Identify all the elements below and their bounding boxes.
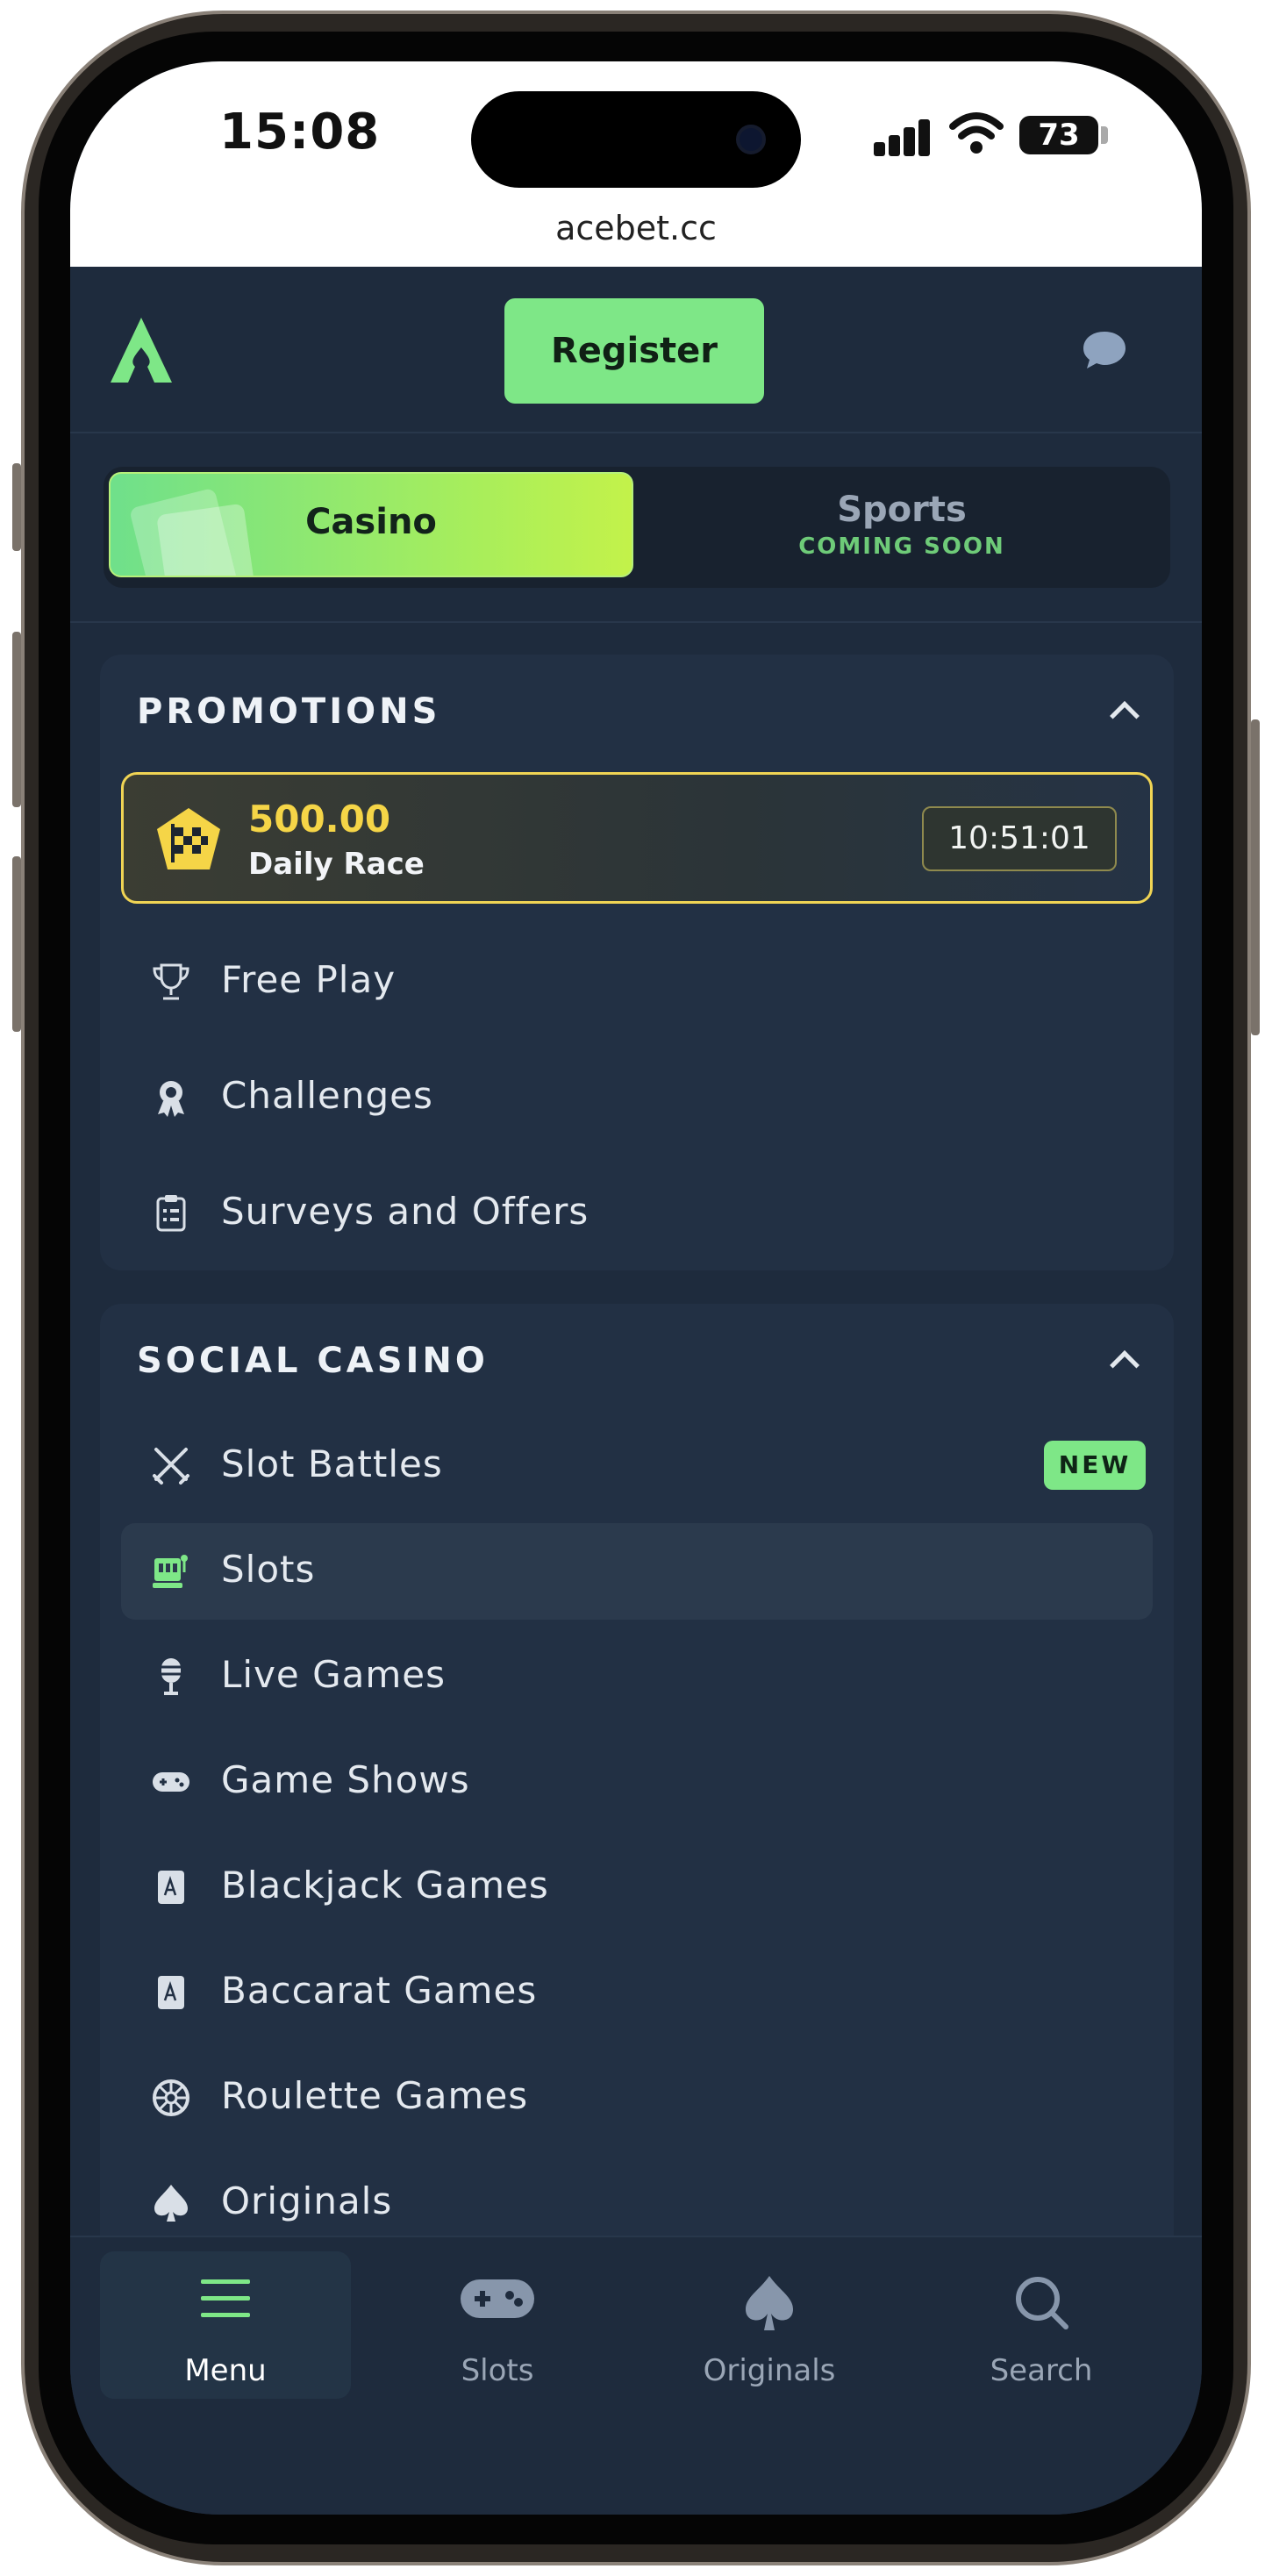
screen: 15:08 73 acebet.cc Register Casino Sport… [70,61,1202,2515]
sports-tab[interactable]: Sports COMING SOON [633,467,1170,588]
volume-up-button [12,632,21,807]
nav-slots[interactable]: Slots [372,2251,623,2399]
roulette-wheel-icon [153,2079,189,2116]
nav-label: Menu [184,2353,267,2388]
chat-icon[interactable] [1082,330,1127,370]
wifi-icon [949,112,1004,154]
status-time: 15:08 [219,104,381,161]
nav-label: Originals [703,2353,836,2388]
race-name: Daily Race [248,847,425,882]
nav-label: Slots [461,2353,534,2388]
menu-item-label: Surveys and Offers [221,1190,590,1233]
nav-label: Search [990,2353,1093,2388]
clipboard-icon [156,1195,186,1232]
daily-race-card[interactable]: 500.00 Daily Race 10:51:01 [121,772,1153,904]
chevron-up-icon[interactable] [1110,701,1140,731]
menu-item-label: Challenges [221,1074,433,1117]
nav-search[interactable]: Search [916,2251,1167,2399]
battery-tip [1101,126,1108,144]
mode-switch: Casino Sports COMING SOON [104,467,1170,588]
menu-item-roulette-games[interactable]: Roulette Games [121,2050,1153,2146]
gamepad-icon [461,2279,534,2318]
menu-item-label: Slots [221,1548,316,1591]
sports-coming-soon: COMING SOON [798,533,1005,560]
race-timer: 10:51:01 [922,806,1117,871]
menu-item-game-shows[interactable]: Game Shows [121,1734,1153,1830]
gamepad-icon [153,1772,189,1792]
volume-down-button [12,856,21,1032]
award-ribbon-icon [158,1081,184,1117]
playing-card-icon [158,1976,184,2009]
race-flag-icon [157,808,220,869]
site-header: Register [70,267,1202,433]
acebet-logo-icon[interactable] [111,318,172,383]
menu-item-label: Free Play [221,958,397,1001]
menu-item-baccarat-games[interactable]: Baccarat Games [121,1944,1153,2041]
camera-icon [736,125,766,154]
promotions-title: PROMOTIONS [137,691,441,732]
chevron-up-icon[interactable] [1110,1350,1140,1380]
sports-tab-label: Sports [837,490,967,530]
power-button [1251,719,1260,1035]
nav-originals[interactable]: Originals [644,2251,895,2399]
menu-item-label: Blackjack Games [221,1864,549,1907]
menu-item-label: Slot Battles [221,1442,443,1485]
casino-tab-label: Casino [305,502,437,542]
trophy-icon [153,963,189,1000]
menu-item-live-games[interactable]: Live Games [121,1628,1153,1725]
menu-item-surveys-and-offers[interactable]: Surveys and Offers [121,1165,1153,1262]
menu-item-label: Baccarat Games [221,1969,538,2012]
search-icon [1016,2277,1068,2329]
menu-item-label: Originals [221,2179,393,2222]
action-button [12,463,21,551]
menu-item-slot-battles[interactable]: Slot Battles NEW [121,1418,1153,1514]
menu-item-free-play[interactable]: Free Play [121,934,1153,1030]
bottom-nav: Menu Slots Originals Search [70,2236,1202,2515]
crossed-swords-icon [153,1448,189,1485]
menu-item-label: Live Games [221,1653,447,1696]
new-badge: NEW [1044,1441,1146,1490]
casino-tab[interactable]: Casino [109,472,633,577]
slot-machine-icon [153,1555,188,1588]
menu-item-challenges[interactable]: Challenges [121,1049,1153,1146]
battery-icon: 73 [1019,116,1098,154]
microphone-icon [161,1658,181,1695]
spade-icon [746,2276,793,2330]
menu-item-slots[interactable]: Slots [121,1523,1153,1620]
divider [70,621,1202,623]
dynamic-island [471,91,801,188]
register-button[interactable]: Register [504,298,764,404]
menu-item-blackjack-games[interactable]: Blackjack Games [121,1839,1153,1936]
social-casino-panel: SOCIAL CASINO Slot Battles NEW Slots Liv… [100,1304,1174,2269]
playing-card-icon [158,1871,184,1904]
status-bar: 15:08 73 acebet.cc [70,61,1202,267]
race-amount: 500.00 [248,798,391,841]
social-casino-title: SOCIAL CASINO [137,1341,489,1381]
menu-icon [201,2279,250,2317]
menu-item-label: Roulette Games [221,2074,529,2117]
nav-menu[interactable]: Menu [100,2251,351,2399]
cellular-signal-icon [874,118,930,156]
spade-icon [154,2185,188,2222]
address-bar[interactable]: acebet.cc [70,209,1202,247]
menu-item-label: Game Shows [221,1758,470,1801]
promotions-panel: PROMOTIONS 500.00 Daily Race 10:51:01 Fr… [100,655,1174,1270]
